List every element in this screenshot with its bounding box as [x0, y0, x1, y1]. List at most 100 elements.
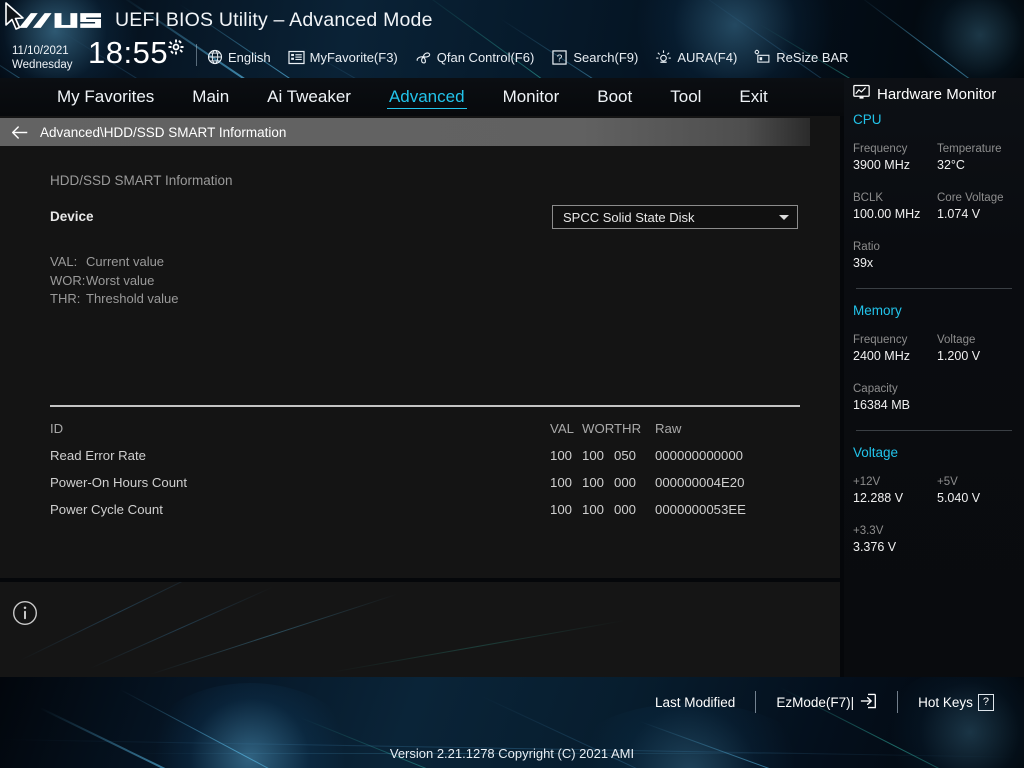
hw-value: 2400 MHz — [853, 349, 910, 363]
footer-actions: Last Modified EzMode(F7)| Hot Keys ? — [635, 689, 1014, 715]
page-title: UEFI BIOS Utility – Advanced Mode — [115, 9, 433, 31]
legend-item-thr: THR: Threshold value — [50, 290, 179, 309]
smart-table: ID VAL WOR THR Raw Read Error Rate 100 1… — [50, 415, 800, 523]
gear-icon[interactable] — [168, 39, 184, 55]
hw-field-cpu-frequency: Frequency 3900 MHz — [853, 141, 937, 174]
hw-value: 3.376 V — [853, 540, 897, 554]
legend-key-thr: THR: — [50, 291, 81, 307]
hardware-monitor-panel: Hardware Monitor CPU Frequency 3900 MHz … — [844, 78, 1024, 677]
hw-section-cpu-title: CPU — [853, 112, 882, 127]
cell-raw: 0000000053EE — [655, 502, 746, 517]
resize-bar-button[interactable]: ReSize BAR — [754, 49, 849, 66]
last-modified-button[interactable]: Last Modified — [635, 695, 755, 710]
hotkeys-label: Hot Keys — [918, 694, 973, 710]
globe-icon — [206, 49, 223, 66]
cell-raw: 000000004E20 — [655, 475, 745, 490]
device-row: Device SPCC Solid State Disk — [50, 205, 800, 234]
cell-wor: 100 — [582, 475, 605, 490]
legend-key-val: VAL: — [50, 254, 78, 269]
search-button[interactable]: ? Search(F9) — [551, 49, 638, 66]
fan-icon — [415, 49, 432, 66]
hw-key: Frequency — [853, 143, 908, 155]
language-label: English — [228, 49, 271, 65]
hw-value: 1.200 V — [937, 349, 981, 363]
hw-field-memory-frequency: Frequency 2400 MHz — [853, 332, 937, 365]
hw-value: 16384 MB — [853, 398, 910, 412]
hw-key: +12V — [853, 476, 881, 488]
tab-advanced[interactable]: Advanced — [370, 78, 484, 116]
cell-val: 100 — [550, 475, 573, 490]
info-circle-icon[interactable] — [12, 600, 38, 626]
hw-field-3-3v: +3.3V 3.376 V — [853, 523, 937, 556]
device-selected-value: SPCC Solid State Disk — [563, 209, 695, 225]
hardware-monitor-label: Hardware Monitor — [877, 85, 997, 103]
tab-tool[interactable]: Tool — [651, 78, 720, 116]
system-date: 11/10/2021 Wednesday — [12, 44, 73, 72]
bios-screen: UEFI BIOS Utility – Advanced Mode 11/10/… — [0, 0, 1024, 768]
aura-label: AURA(F4) — [677, 49, 738, 65]
hw-key: BCLK — [853, 192, 884, 204]
value-legend: VAL: Current value WOR:Worst value THR: Th… — [50, 253, 179, 309]
lightbulb-icon — [655, 49, 672, 66]
hw-field-memory-capacity: Capacity 16384 MB — [853, 381, 937, 414]
ezmode-label: EzMode(F7)| — [776, 694, 855, 710]
hw-voltage-row-1: +12V 12.288 V +5V 5.040 V — [844, 474, 1024, 507]
myfavorite-button[interactable]: MyFavorite(F3) — [288, 49, 398, 66]
svg-text:?: ? — [557, 53, 563, 64]
legend-item-wor: WOR:Worst value — [50, 272, 179, 291]
legend-key-wor: WOR: — [50, 272, 86, 288]
device-select[interactable]: SPCC Solid State Disk — [552, 205, 798, 229]
table-row[interactable]: Power-On Hours Count 100 100 000 0000000… — [50, 469, 800, 496]
hw-value: 1.074 V — [937, 207, 981, 221]
column-header-id: ID — [50, 421, 64, 436]
table-row[interactable]: Power Cycle Count 100 100 000 0000000053… — [50, 496, 800, 523]
qfan-control-label: Qfan Control(F6) — [436, 49, 535, 65]
arrow-left-icon[interactable] — [0, 125, 40, 140]
hw-voltage-row-2: +3.3V 3.376 V — [844, 523, 1024, 556]
legend-desc-val: Current value — [86, 254, 165, 269]
resize-bar-label: ReSize BAR — [776, 49, 849, 65]
hw-divider — [856, 288, 1012, 289]
hardware-monitor-body: CPU Frequency 3900 MHz Temperature 32°C … — [844, 112, 1024, 572]
tab-main[interactable]: Main — [173, 78, 248, 116]
hw-value: 5.040 V — [937, 491, 981, 505]
help-panel — [0, 582, 840, 677]
legend-desc-thr: Threshold value — [86, 291, 179, 307]
tab-monitor[interactable]: Monitor — [484, 78, 579, 116]
chevron-down-icon[interactable] — [771, 214, 797, 220]
hw-cpu-row-3: Ratio 39x — [844, 239, 1024, 272]
hw-key: Core Voltage — [937, 192, 1004, 204]
last-modified-label: Last Modified — [655, 694, 736, 710]
legend-item-val: VAL: Current value — [50, 253, 179, 272]
breadcrumb: Advanced\HDD/SSD SMART Information — [40, 124, 287, 140]
list-icon — [288, 49, 305, 66]
hw-key: Voltage — [937, 334, 976, 346]
arrow-right-box-icon — [859, 693, 877, 712]
hw-value: 32°C — [937, 158, 965, 172]
breadcrumb-bar[interactable]: Advanced\HDD/SSD SMART Information — [0, 118, 810, 146]
cell-thr: 000 — [614, 475, 637, 490]
tab-my-favorites[interactable]: My Favorites — [38, 78, 173, 116]
aura-button[interactable]: AURA(F4) — [655, 49, 737, 66]
content-panel: Advanced\HDD/SSD SMART Information HDD/S… — [0, 116, 840, 578]
hw-key: +5V — [937, 476, 958, 488]
qfan-control-button[interactable]: Qfan Control(F6) — [415, 49, 535, 66]
tab-ai-tweaker[interactable]: Ai Tweaker — [248, 78, 370, 116]
hw-value: 39x — [853, 256, 874, 270]
myfavorite-label: MyFavorite(F3) — [309, 49, 398, 65]
hw-field-5v: +5V 5.040 V — [937, 474, 1021, 507]
weekday-value: Wednesday — [12, 59, 73, 71]
header-toolbar: English MyFavorite(F3) Qfan Control(F6) … — [206, 46, 849, 68]
tab-boot[interactable]: Boot — [578, 78, 651, 116]
hotkeys-button[interactable]: Hot Keys ? — [898, 693, 1014, 711]
hotkeys-key-badge: ? — [977, 693, 994, 711]
tab-exit[interactable]: Exit — [720, 78, 786, 116]
resize-bar-icon — [754, 49, 771, 66]
ezmode-button[interactable]: EzMode(F7)| — [756, 693, 897, 712]
question-box-icon: ? — [551, 49, 568, 66]
header-separator — [196, 44, 197, 66]
language-button[interactable]: English — [206, 49, 271, 66]
table-row[interactable]: Read Error Rate 100 100 050 000000000000 — [50, 442, 800, 469]
cell-wor: 100 — [582, 448, 605, 463]
hw-field-memory-voltage: Voltage 1.200 V — [937, 332, 1021, 365]
